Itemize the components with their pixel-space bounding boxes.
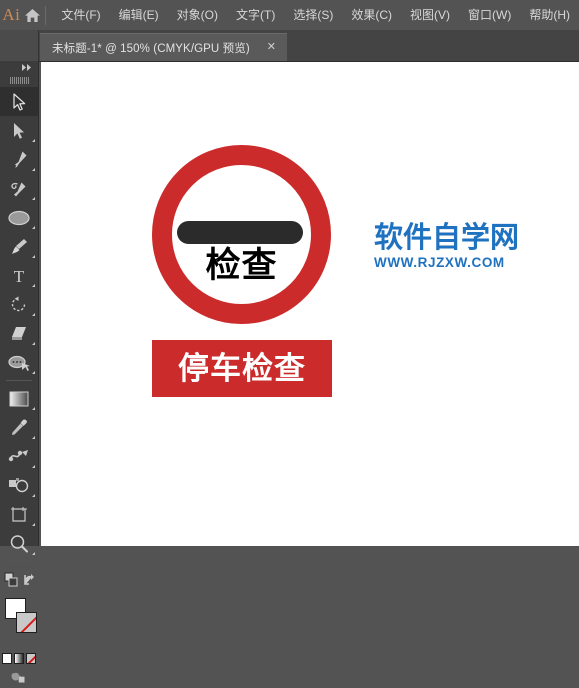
app-logo-icon: Ai [2,5,21,24]
tool-eraser[interactable] [0,319,38,348]
screen-mode-button[interactable] [0,666,38,688]
menu-item-window[interactable]: 窗口(W) [459,2,520,28]
tool-group-indicator [32,313,35,316]
menu-item-effect[interactable]: 效果(C) [342,2,401,28]
drawing-modes-button[interactable] [0,565,38,594]
tool-group-indicator [32,494,35,497]
home-icon[interactable] [23,8,43,23]
stroke-swatch[interactable] [16,612,37,633]
watermark-url: WWW.RJZXW.COM [374,255,505,271]
menu-item-edit[interactable]: 编辑(E) [110,2,168,28]
watermark: 软件自学网 WWW.RJZXW.COM [374,222,534,271]
banner-shape[interactable]: 停车检查 [152,340,332,397]
tool-type[interactable]: T [0,261,38,290]
tools-divider [6,380,32,381]
tool-group-indicator [32,523,35,526]
menu-item-object[interactable]: 对象(O) [168,2,227,28]
illustrator-window: Ai 文件(F) 编辑(E) 对象(O) 文字(T) 选择(S) 效果(C) 视… [0,0,579,683]
menu-item-type[interactable]: 文字(T) [227,2,284,28]
fill-stroke-controls [0,594,38,650]
menu-bar: Ai 文件(F) 编辑(E) 对象(O) 文字(T) 选择(S) 效果(C) 视… [0,0,579,30]
menu-divider [44,5,46,25]
panel-drag-handle[interactable] [0,74,38,87]
tool-direct-selection[interactable] [0,116,38,145]
color-mode-buttons [0,650,38,666]
tool-group-indicator [32,168,35,171]
svg-text:T: T [14,267,25,285]
document-tab[interactable]: 未标题-1* @ 150% (CMYK/GPU 预览) ✕ [40,33,287,61]
tool-paintbrush[interactable] [0,232,38,261]
document-tab-title: 未标题-1* @ 150% (CMYK/GPU 预览) [52,42,250,55]
tool-gradient[interactable] [0,384,38,413]
tool-group-indicator [32,407,35,410]
tool-artboard[interactable] [0,500,38,529]
tool-ellipse[interactable] [0,203,38,232]
tool-rotate[interactable] [0,290,38,319]
tool-group-indicator [32,371,35,374]
sign-label-text[interactable]: 检查 [152,248,331,283]
menu-item-list: 文件(F) 编辑(E) 对象(O) 文字(T) 选择(S) 效果(C) 视图(V… [52,2,579,28]
tool-group-indicator [32,226,35,229]
gradient-button[interactable] [14,652,24,664]
tool-group-indicator [32,139,35,142]
banner-text[interactable]: 停车检查 [178,353,306,384]
tool-group-indicator [32,552,35,555]
tool-group-indicator [32,342,35,345]
tool-group-indicator [32,284,35,287]
tool-group-indicator [32,436,35,439]
watermark-title: 软件自学网 [374,222,520,254]
document-tab-bar: 未标题-1* @ 150% (CMYK/GPU 预览) ✕ [0,30,579,62]
tool-blend[interactable] [0,442,38,471]
tools-divider-2 [6,561,32,562]
tool-eyedropper[interactable] [0,413,38,442]
tool-zoom[interactable] [0,529,38,558]
color-button[interactable] [2,652,12,664]
none-button[interactable] [26,652,36,664]
menu-item-view[interactable]: 视图(V) [401,2,459,28]
panel-collapse-button[interactable] [0,61,38,74]
tool-shape-builder[interactable] [0,471,38,500]
tool-selection[interactable] [0,87,38,116]
close-icon[interactable]: ✕ [264,40,279,55]
tool-group-indicator [32,465,35,468]
menu-item-help[interactable]: 帮助(H) [520,2,579,28]
tool-curvature[interactable] [0,174,38,203]
tool-pen[interactable] [0,145,38,174]
menu-item-file[interactable]: 文件(F) [52,2,109,28]
tool-group-indicator [32,255,35,258]
artboard-canvas[interactable]: 检查 停车检查 软件自学网 WWW.RJZXW.COM [41,62,579,546]
tool-shaper[interactable] [0,348,38,377]
tools-panel: T [0,61,39,683]
sign-bar-shape[interactable] [177,221,303,244]
menu-item-select[interactable]: 选择(S) [284,2,342,28]
tab-bar-gutter [0,30,39,61]
tool-group-indicator [32,197,35,200]
